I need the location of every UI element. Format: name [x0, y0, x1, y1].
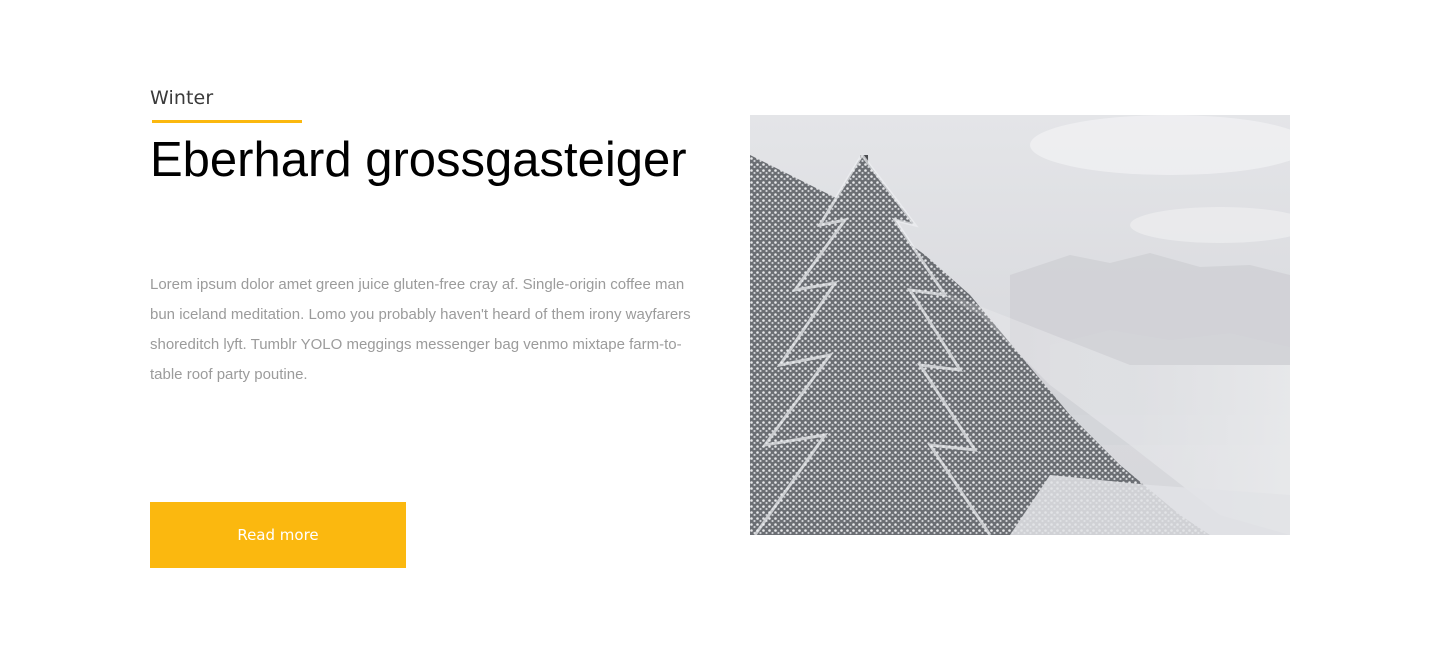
read-more-button[interactable]: Read more: [150, 502, 406, 568]
category-underline: [152, 120, 302, 123]
snowy-forest-image: [750, 115, 1290, 535]
snowy-forest-illustration: [750, 115, 1290, 535]
post-title: Eberhard grossgasteiger: [150, 133, 687, 187]
blog-post-section: Winter Eberhard grossgasteiger Lorem ips…: [0, 0, 1440, 650]
post-description: Lorem ipsum dolor amet green juice glute…: [150, 276, 691, 383]
category-label: Winter: [150, 87, 214, 109]
